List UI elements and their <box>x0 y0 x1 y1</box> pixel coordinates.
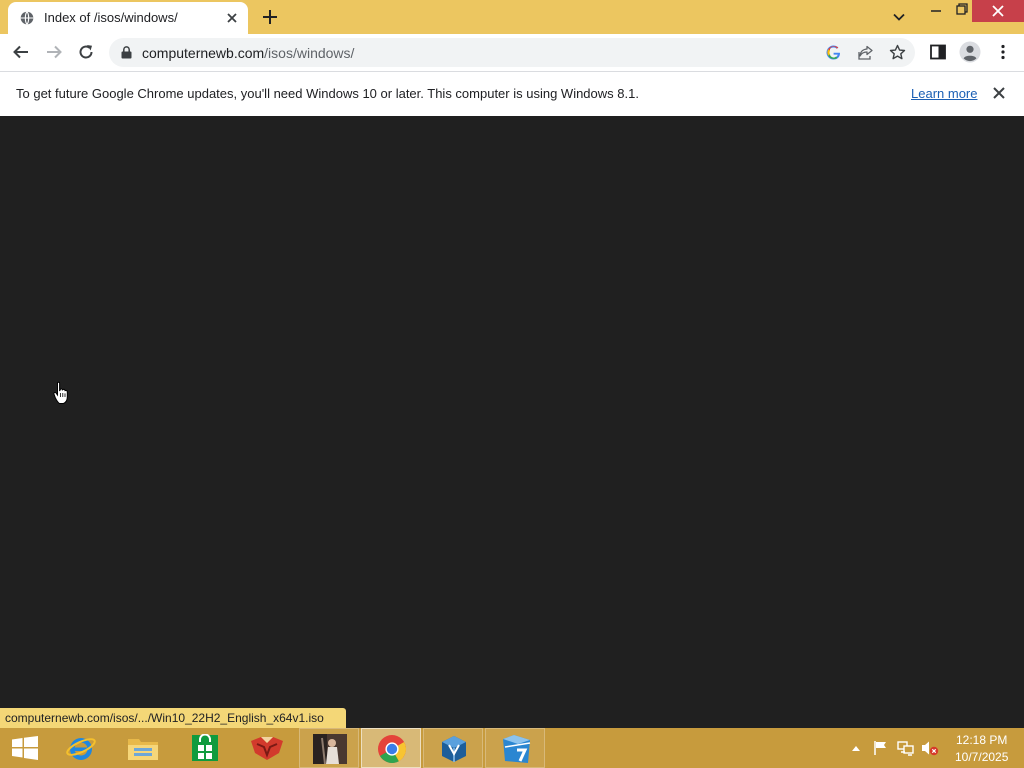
learn-more-link[interactable]: Learn more <box>911 86 977 101</box>
taskbar-7zip[interactable] <box>485 728 545 768</box>
profile-avatar-icon[interactable] <box>959 41 981 63</box>
globe-icon <box>20 11 34 25</box>
taskbar <box>0 728 1024 768</box>
fox-app-icon <box>251 737 283 760</box>
bookmark-star-icon[interactable] <box>889 44 906 61</box>
volume-muted-icon[interactable] <box>921 740 939 756</box>
address-bar[interactable]: computernewb.com/isos/windows/ <box>109 38 915 67</box>
lock-icon[interactable] <box>121 46 132 59</box>
taskbar-chrome[interactable] <box>361 728 421 768</box>
page-content <box>0 116 1024 728</box>
tab-title: Index of /isos/windows/ <box>44 10 178 25</box>
taskbar-internet-explorer[interactable] <box>51 728 111 768</box>
hand-cursor-icon <box>53 381 68 404</box>
taskbar-virtualbox[interactable] <box>423 728 483 768</box>
taskbar-app-fox[interactable] <box>237 728 297 768</box>
clock-date[interactable]: 10/7/2025 <box>955 750 1008 764</box>
url-path: /isos/windows/ <box>264 45 355 61</box>
show-hidden-icons-chevron-icon[interactable] <box>851 745 861 752</box>
taskbar-file-explorer[interactable] <box>113 728 173 768</box>
new-tab-icon[interactable] <box>262 9 278 25</box>
photo-thumbnail-icon <box>313 734 347 764</box>
share-icon[interactable] <box>857 44 874 61</box>
infobar-message: To get future Google Chrome updates, you… <box>16 86 639 101</box>
close-infobar-icon[interactable] <box>992 86 1006 100</box>
clock-time[interactable]: 12:18 PM <box>956 733 1007 747</box>
url-text[interactable]: computernewb.com/isos/windows/ <box>142 45 354 61</box>
forward-arrow-icon[interactable] <box>45 43 63 61</box>
action-center-flag-icon[interactable] <box>873 740 889 756</box>
network-icon[interactable] <box>897 740 914 756</box>
update-infobar: To get future Google Chrome updates, you… <box>0 71 1024 116</box>
tab-strip: Index of /isos/windows/ <box>0 0 1024 34</box>
close-window-icon[interactable] <box>972 0 1024 22</box>
tab-active[interactable]: Index of /isos/windows/ <box>8 2 248 34</box>
taskbar-store[interactable] <box>175 728 235 768</box>
seven-zip-icon <box>503 735 531 763</box>
link-status-bubble: computernewb.com/isos/.../Win10_22H2_Eng… <box>0 708 346 728</box>
side-panel-icon[interactable] <box>929 43 947 61</box>
internet-explorer-icon <box>66 738 96 760</box>
back-arrow-icon[interactable] <box>12 43 30 61</box>
reload-icon[interactable] <box>77 43 95 61</box>
google-lens-icon[interactable] <box>825 44 842 61</box>
taskbar-photo-app[interactable] <box>299 728 359 768</box>
browser-toolbar: computernewb.com/isos/windows/ <box>0 34 1024 71</box>
close-tab-icon[interactable] <box>225 11 239 25</box>
store-icon <box>192 734 218 761</box>
chrome-icon <box>378 735 406 763</box>
windows-logo-icon <box>12 736 38 760</box>
chevron-down-icon[interactable] <box>892 10 906 24</box>
virtualbox-icon <box>442 736 466 762</box>
folder-icon <box>128 739 158 760</box>
kebab-menu-icon[interactable] <box>994 43 1012 61</box>
url-host: computernewb.com <box>142 45 265 61</box>
